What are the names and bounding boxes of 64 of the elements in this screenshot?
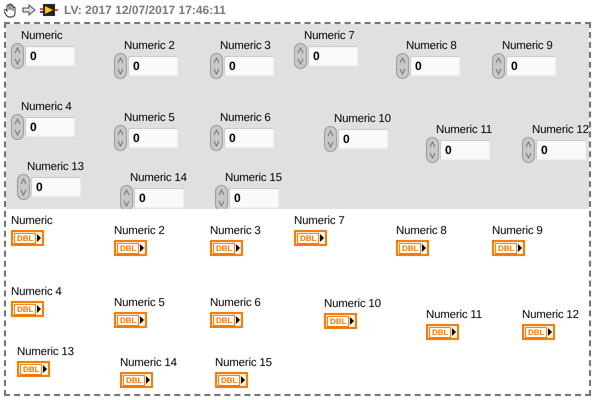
spinner-icon[interactable] xyxy=(210,125,223,151)
spinner-icon[interactable] xyxy=(396,53,409,79)
spinner-icon[interactable] xyxy=(114,125,127,151)
terminal-label: Numeric 5 xyxy=(114,296,165,310)
spinner-icon[interactable] xyxy=(215,185,228,211)
spinner-icon[interactable] xyxy=(120,185,133,211)
control-label: Numeric 10 xyxy=(334,112,391,126)
terminal-label: Numeric 4 xyxy=(11,285,62,299)
numeric-field[interactable]: 0 xyxy=(25,117,75,137)
numeric-field[interactable]: 0 xyxy=(25,46,75,66)
arrow-icon[interactable] xyxy=(22,4,36,16)
numeric-field[interactable]: 0 xyxy=(308,46,358,66)
control-label: Numeric 11 xyxy=(436,123,492,137)
terminal-label: Numeric 8 xyxy=(396,224,447,238)
spinner-icon[interactable] xyxy=(324,126,337,152)
spinner-icon[interactable] xyxy=(17,174,30,200)
numeric-field[interactable]: 0 xyxy=(410,56,460,76)
control-label: Numeric 13 xyxy=(27,160,84,174)
spinner-icon[interactable] xyxy=(522,137,535,163)
numeric-field[interactable]: 0 xyxy=(31,177,81,197)
numeric-field[interactable]: 0 xyxy=(536,140,586,160)
control-label: Numeric 9 xyxy=(502,39,553,53)
control-label: Numeric xyxy=(21,29,62,43)
control-label: Numeric 4 xyxy=(21,100,72,114)
numeric-field[interactable]: 0 xyxy=(440,140,490,160)
spinner-icon[interactable] xyxy=(11,43,24,69)
terminal-label: Numeric 12 xyxy=(522,308,579,322)
spinner-icon[interactable] xyxy=(294,43,307,69)
terminal-label: Numeric xyxy=(11,214,52,228)
numeric-field[interactable]: 0 xyxy=(128,56,178,76)
control-label: Numeric 12 xyxy=(532,123,589,137)
numeric-field[interactable]: 0 xyxy=(506,56,556,76)
terminal-label: Numeric 3 xyxy=(210,224,261,238)
terminal-label: Numeric 13 xyxy=(17,345,74,359)
terminal-label: Numeric 7 xyxy=(294,214,345,228)
spinner-icon[interactable] xyxy=(426,137,439,163)
control-label: Numeric 5 xyxy=(124,111,175,125)
terminal-label: Numeric 6 xyxy=(210,296,261,310)
hand-icon[interactable] xyxy=(4,2,18,18)
control-label: Numeric 8 xyxy=(406,39,457,53)
numeric-field[interactable]: 0 xyxy=(229,188,279,208)
terminal-label: Numeric 14 xyxy=(120,356,177,370)
control-label: Numeric 14 xyxy=(130,171,187,185)
spinner-icon[interactable] xyxy=(11,114,24,140)
control-label: Numeric 2 xyxy=(124,39,175,53)
control-label: Numeric 15 xyxy=(225,171,282,185)
control-label: Numeric 7 xyxy=(304,29,355,43)
numeric-field[interactable]: 0 xyxy=(128,128,178,148)
program-icon[interactable] xyxy=(40,3,58,17)
window-title: LV: 2017 12/07/2017 17:46:11 xyxy=(64,3,226,17)
control-label: Numeric 3 xyxy=(220,39,271,53)
terminal-label: Numeric 9 xyxy=(492,224,543,238)
terminal-label: Numeric 2 xyxy=(114,224,165,238)
spinner-icon[interactable] xyxy=(492,53,505,79)
numeric-field[interactable]: 0 xyxy=(224,128,274,148)
control-label: Numeric 6 xyxy=(220,111,271,125)
numeric-field[interactable]: 0 xyxy=(224,56,274,76)
terminal-label: Numeric 10 xyxy=(324,297,381,311)
spinner-icon[interactable] xyxy=(114,53,127,79)
terminal-label: Numeric 15 xyxy=(215,356,272,370)
numeric-field[interactable]: 0 xyxy=(338,129,388,149)
spinner-icon[interactable] xyxy=(210,53,223,79)
numeric-field[interactable]: 0 xyxy=(134,188,184,208)
terminal-label: Numeric 11 xyxy=(426,308,482,322)
